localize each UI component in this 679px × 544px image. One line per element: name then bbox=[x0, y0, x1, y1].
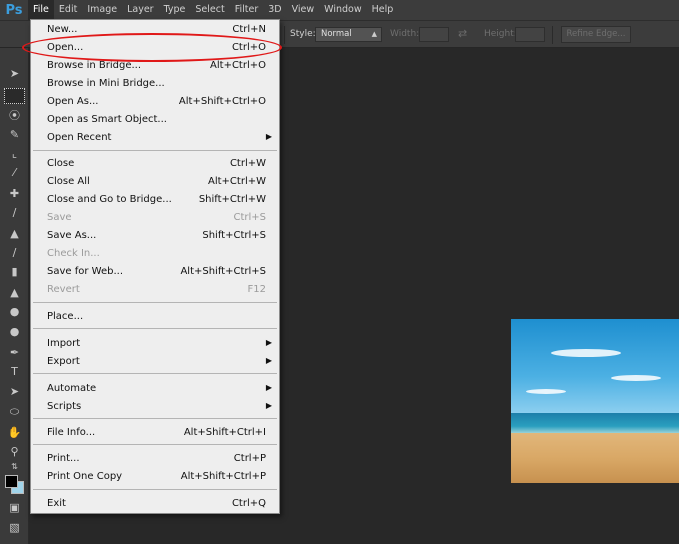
menu-separator bbox=[33, 302, 277, 303]
eraser-tool-icon[interactable]: ▮ bbox=[4, 264, 25, 280]
menu-3d[interactable]: 3D bbox=[263, 0, 286, 20]
menu-item-place[interactable]: Place... bbox=[31, 309, 279, 327]
crop-tool-icon[interactable]: ⌞ bbox=[4, 146, 25, 162]
swap-icon[interactable]: ⇄ bbox=[458, 27, 467, 40]
swap-colors-icon[interactable]: ⇅ bbox=[4, 459, 25, 475]
refine-edge-button[interactable]: Refine Edge... bbox=[561, 26, 631, 43]
submenu-arrow-icon: ▶ bbox=[265, 338, 272, 347]
menu-item-file-info[interactable]: File Info... Alt+Shift+Ctrl+I bbox=[31, 425, 279, 443]
paint-bucket-tool-icon[interactable]: ▲ bbox=[4, 285, 25, 301]
menu-item-open-as-smart-object[interactable]: Open as Smart Object... bbox=[31, 112, 279, 130]
style-value: Normal bbox=[321, 29, 352, 39]
eyedropper-tool-icon[interactable]: ⁄ bbox=[4, 165, 25, 181]
menu-item-scripts[interactable]: Scripts ▶ bbox=[31, 399, 279, 417]
marquee-tool-icon[interactable] bbox=[4, 88, 25, 104]
menu-item-revert: Revert F12 bbox=[47, 284, 266, 295]
cloud bbox=[611, 375, 661, 381]
menu-item-close-and-go-to-bridge[interactable]: Close and Go to Bridge... Shift+Ctrl+W bbox=[31, 192, 279, 210]
menu-item-exit[interactable]: Exit Ctrl+Q bbox=[31, 496, 279, 514]
menu-item-save-for-web[interactable]: Save for Web... Alt+Shift+Ctrl+S bbox=[31, 264, 279, 282]
tools-panel: ➤ ⦿ ✎ ⌞ ⁄ ✚ ∕ ▲ ∕ ▮ ▲ ● ● ✒ T ➤ ⬭ ✋ ⚲ ⇅ … bbox=[0, 48, 29, 544]
menu-item-save: Save Ctrl+S bbox=[47, 212, 266, 223]
menu-item-export[interactable]: Export ▶ bbox=[31, 354, 279, 372]
height-label: Height: bbox=[484, 29, 517, 39]
submenu-arrow-icon: ▶ bbox=[265, 401, 272, 410]
pen-tool-icon[interactable]: ✒ bbox=[4, 345, 25, 361]
lasso-tool-icon[interactable]: ⦿ bbox=[4, 108, 25, 124]
move-tool-icon[interactable]: ➤ bbox=[4, 66, 25, 82]
menu-separator bbox=[33, 444, 277, 445]
menu-item-close[interactable]: Close Ctrl+W bbox=[31, 156, 279, 174]
menu-item-automate[interactable]: Automate ▶ bbox=[31, 381, 279, 399]
path-selection-tool-icon[interactable]: ➤ bbox=[4, 384, 25, 400]
beach-image bbox=[511, 319, 679, 483]
ellipse-tool-icon[interactable]: ⬭ bbox=[4, 404, 25, 420]
menu-file[interactable]: File bbox=[28, 0, 54, 20]
menu-item-open-as[interactable]: Open As... Alt+Shift+Ctrl+O bbox=[31, 94, 279, 112]
menu-item-browse-in-mini-bridge[interactable]: Browse in Mini Bridge... bbox=[31, 76, 279, 94]
menu-image[interactable]: Image bbox=[82, 0, 122, 20]
brush-tool-icon[interactable]: ∕ bbox=[4, 205, 25, 221]
history-brush-tool-icon[interactable]: ∕ bbox=[4, 245, 25, 261]
menu-item-print[interactable]: Print... Ctrl+P bbox=[31, 451, 279, 469]
height-input[interactable] bbox=[515, 27, 545, 42]
quick-select-tool-icon[interactable]: ✎ bbox=[4, 127, 25, 143]
width-label: Width: bbox=[390, 29, 420, 39]
sand bbox=[511, 433, 679, 483]
quick-mask-icon[interactable]: ▣ bbox=[4, 500, 25, 516]
spot-healing-tool-icon[interactable]: ✚ bbox=[4, 186, 25, 202]
open-highlight-ellipse bbox=[22, 33, 282, 62]
menu-layer[interactable]: Layer bbox=[122, 0, 159, 20]
file-menu-dropdown: New... Ctrl+N Open... Ctrl+O Browse in B… bbox=[30, 19, 280, 514]
clone-stamp-tool-icon[interactable]: ▲ bbox=[4, 226, 25, 242]
menu-item-check-in: Check In... bbox=[47, 248, 100, 259]
screen-mode-icon[interactable]: ▧ bbox=[4, 520, 25, 536]
width-input[interactable] bbox=[419, 27, 449, 42]
options-divider bbox=[552, 26, 553, 44]
menu-item-close-all[interactable]: Close All Alt+Ctrl+W bbox=[31, 174, 279, 192]
style-select[interactable]: Normal ▲ bbox=[315, 27, 382, 42]
menu-select[interactable]: Select bbox=[190, 0, 229, 20]
menu-separator bbox=[33, 373, 277, 374]
style-label: Style: bbox=[290, 29, 316, 39]
menu-item-open-recent[interactable]: Open Recent ▶ bbox=[31, 130, 279, 148]
dropdown-arrow-icon: ▲ bbox=[371, 30, 377, 38]
sea bbox=[511, 413, 679, 435]
hand-tool-icon[interactable]: ✋ bbox=[4, 425, 25, 441]
submenu-arrow-icon: ▶ bbox=[265, 383, 272, 392]
menu-filter[interactable]: Filter bbox=[230, 0, 264, 20]
menu-edit[interactable]: Edit bbox=[54, 0, 82, 20]
menu-separator bbox=[33, 328, 277, 329]
menu-bar: Ps File Edit Image Layer Type Select Fil… bbox=[0, 0, 679, 20]
menu-item-import[interactable]: Import ▶ bbox=[31, 336, 279, 354]
menu-view[interactable]: View bbox=[287, 0, 320, 20]
menu-type[interactable]: Type bbox=[159, 0, 191, 20]
menu-window[interactable]: Window bbox=[319, 0, 366, 20]
cloud bbox=[526, 389, 566, 394]
menu-item-save-as[interactable]: Save As... Shift+Ctrl+S bbox=[31, 228, 279, 246]
blur-tool-icon[interactable]: ● bbox=[4, 304, 25, 320]
menu-help[interactable]: Help bbox=[367, 0, 399, 20]
menu-separator bbox=[33, 489, 277, 490]
submenu-arrow-icon: ▶ bbox=[265, 132, 272, 141]
menu-item-print-one-copy[interactable]: Print One Copy Alt+Shift+Ctrl+P bbox=[31, 469, 279, 487]
menu-separator bbox=[33, 418, 277, 419]
zoom-tool-icon[interactable]: ⚲ bbox=[4, 444, 25, 460]
options-divider bbox=[284, 26, 285, 44]
type-tool-icon[interactable]: T bbox=[4, 364, 25, 380]
photoshop-logo: Ps bbox=[5, 2, 23, 18]
dodge-tool-icon[interactable]: ● bbox=[4, 324, 25, 340]
submenu-arrow-icon: ▶ bbox=[265, 356, 272, 365]
menu-separator bbox=[33, 150, 277, 151]
cloud bbox=[551, 349, 621, 357]
sky bbox=[511, 319, 679, 415]
foreground-color-swatch[interactable] bbox=[5, 475, 18, 488]
